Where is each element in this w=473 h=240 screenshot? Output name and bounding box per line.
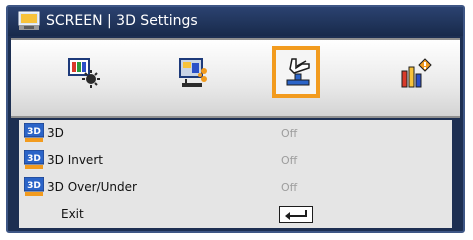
svg-text:3D: 3D — [27, 154, 41, 164]
menu-tab-bar — [11, 38, 460, 118]
svg-text:3D: 3D — [27, 127, 41, 137]
tab-setup[interactable] — [272, 46, 320, 98]
options-settings-icon — [401, 58, 432, 88]
tab-display[interactable] — [171, 50, 215, 96]
window-title: SCREEN | 3D Settings — [46, 13, 198, 29]
setting-value[interactable]: Off — [281, 127, 297, 140]
setup-settings-icon — [286, 58, 310, 86]
setting-label: 3D — [47, 126, 64, 140]
setting-value[interactable]: Off — [281, 181, 297, 194]
tab-image[interactable] — [61, 50, 105, 96]
setting-value[interactable]: Off — [281, 154, 297, 167]
enter-icon[interactable] — [279, 206, 313, 223]
settings-list: 3D 3D Off 3D 3D Invert Off 3D 3D Over/Un… — [19, 120, 452, 228]
exit-label: Exit — [61, 207, 84, 221]
title-bar: SCREEN | 3D Settings — [8, 7, 463, 36]
osd-window: SCREEN | 3D Settings 3D 3D Off 3D 3D Inv… — [6, 5, 465, 233]
setting-label: 3D Over/Under — [47, 180, 137, 194]
setting-label: 3D Invert — [47, 153, 103, 167]
image-settings-icon — [68, 58, 100, 88]
screen-icon — [18, 11, 40, 31]
3d-icon: 3D — [23, 149, 45, 170]
3d-icon: 3D — [23, 176, 45, 197]
svg-text:3D: 3D — [27, 181, 41, 191]
setting-row-3d-over-under[interactable]: 3D 3D Over/Under Off — [19, 174, 452, 201]
tab-options[interactable] — [393, 50, 437, 96]
setting-row-3d-invert[interactable]: 3D 3D Invert Off — [19, 147, 452, 174]
3d-icon: 3D — [23, 122, 45, 143]
setting-row-3d[interactable]: 3D 3D Off — [19, 120, 452, 147]
exit-row[interactable]: Exit — [19, 201, 452, 228]
display-settings-icon — [179, 58, 207, 87]
